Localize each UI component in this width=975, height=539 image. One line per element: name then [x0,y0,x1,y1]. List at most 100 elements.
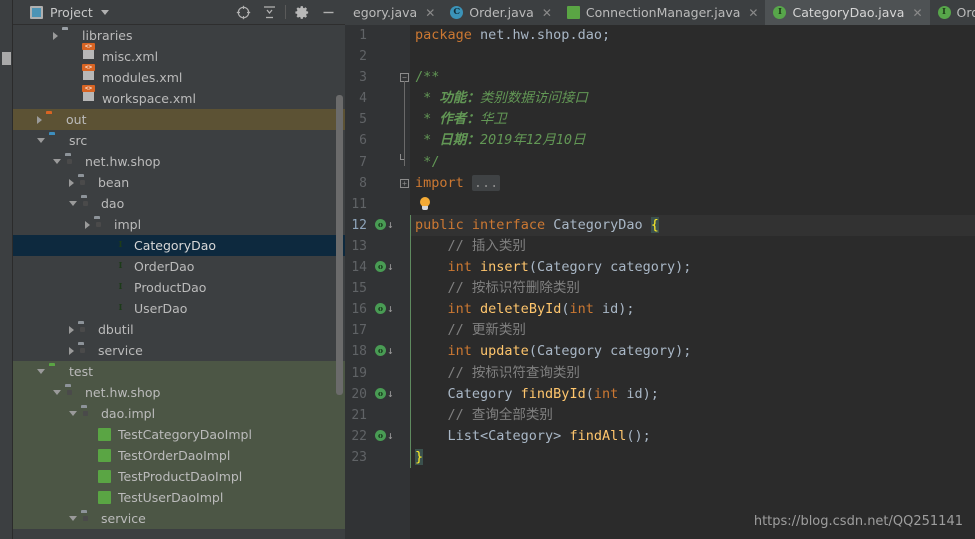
code-line[interactable]: * 功能：类别数据访问接口 [410,88,975,109]
tree-node-userdao[interactable]: I UserDao [13,298,345,319]
gear-icon[interactable] [289,0,315,25]
editor-tab-order-java[interactable]: C Order.java ✕ [442,0,559,25]
code-line[interactable]: /** [410,67,975,88]
tree-node-orderdao[interactable]: I OrderDao [13,256,345,277]
tree-node-net-hw-shop[interactable]: net.hw.shop [13,382,345,403]
close-icon[interactable]: ✕ [748,6,758,20]
tree-node-impl[interactable]: impl [13,214,345,235]
close-icon[interactable]: ✕ [425,6,435,20]
tree-node-dao-impl[interactable]: dao.impl [13,403,345,424]
tree-node-src[interactable]: src [13,130,345,151]
tree-node-workspace-xml[interactable]: <> workspace.xml [13,85,345,109]
tree-node-bean[interactable]: bean [13,172,345,193]
chevron-right-icon[interactable] [37,115,42,124]
code-line[interactable]: import ... [410,173,975,194]
implemented-by-icon[interactable]: o ↓ [375,218,397,232]
chevron-right-icon[interactable] [85,220,90,229]
implemented-by-icon[interactable]: o ↓ [375,261,397,274]
code-line[interactable]: package net.hw.shop.dao; [410,25,975,46]
implemented-by-icon[interactable]: o ↓ [375,303,397,316]
code-line[interactable]: List<Category> findAll(); [410,426,975,447]
chevron-down-icon[interactable] [37,369,45,374]
code-line[interactable]: int update(Category category); [410,341,975,362]
chevron-down-icon[interactable] [53,390,61,395]
editor-tab-orderdao-[interactable]: I OrderDao. [930,0,975,25]
tree-node-categorydao[interactable]: I CategoryDao [13,235,345,256]
code-line[interactable]: Category findById(int id); [410,384,975,405]
tree-node-net-hw-shop[interactable]: net.hw.shop [13,151,345,172]
implemented-by-icon[interactable]: o ↓ [375,387,397,401]
code-line[interactable]: int deleteById(int id); [410,299,975,320]
tree-node-modules-xml[interactable]: <> modules.xml [13,64,345,88]
collapse-all-icon[interactable] [256,0,282,25]
chevron-right-icon[interactable] [69,325,74,334]
tree-node-label: OrderDao [134,259,195,274]
code-line[interactable]: int insert(Category category); [410,257,975,278]
tree-node-dao[interactable]: dao [13,193,345,214]
minimize-icon[interactable] [315,0,341,25]
lightbulb-icon[interactable] [418,196,432,212]
chevron-right-icon[interactable] [69,346,74,355]
chevron-down-icon[interactable] [53,159,61,164]
tree-node-dbutil[interactable]: dbutil [13,319,345,340]
crosshair-locate-icon[interactable] [230,0,256,25]
chevron-down-icon[interactable] [69,516,77,521]
editor-code[interactable]: package net.hw.shop.dao; /** * 功能：类别数据访问接… [410,25,975,539]
tree-node-testorderdaoimpl[interactable]: C TestOrderDaoImpl [13,445,345,466]
chevron-down-icon[interactable] [69,411,77,416]
chevron-down-icon[interactable] [100,9,109,15]
editor-tab-egory-java[interactable]: egory.java ✕ [345,0,442,25]
gutter-line: 11 [345,194,410,215]
tree-node-service[interactable]: service [13,508,345,529]
tree-node-misc-xml[interactable]: <> misc.xml [13,43,345,67]
close-icon[interactable]: ✕ [912,6,922,20]
tree-node-productdao[interactable]: I ProductDao [13,277,345,298]
tree-node-libraries[interactable]: libraries [13,25,345,46]
code-line[interactable]: // 按标识符查询类别 [410,363,975,384]
tree-node-testcategorydaoimpl[interactable]: C TestCategoryDaoImpl [13,424,345,445]
tree-node-testproductdaoimpl[interactable]: C TestProductDaoImpl [13,466,345,487]
gutter-line: 1 [345,25,410,46]
package-icon [78,322,93,337]
editor-tab-label: CategoryDao.java [792,5,905,20]
code-line[interactable]: public interface CategoryDao { [410,214,975,236]
project-tree-scrollbar[interactable] [336,95,343,395]
code-line[interactable]: // 按标识符删除类别 [410,278,975,299]
code-line[interactable]: // 查询全部类别 [410,405,975,426]
tree-node-out[interactable]: out [13,109,345,130]
code-line[interactable] [410,194,975,215]
code-line[interactable]: * 日期：2019年12月10日 [410,130,975,151]
tree-node-label: modules.xml [102,70,183,85]
editor-tab-label: egory.java [353,5,418,20]
project-tree[interactable]: libraries <> misc.xml <> modules.xml <> worksp… [13,25,345,539]
code-line[interactable]: // 插入类别 [410,236,975,257]
code-line[interactable] [410,46,975,67]
editor-tab-categorydao-java[interactable]: I CategoryDao.java ✕ [765,0,930,25]
code-line[interactable]: * 作者：华卫 [410,109,975,130]
chevron-right-icon[interactable] [69,178,74,187]
interface-icon: I [773,5,787,21]
tree-node-testuserdaoimpl[interactable]: C TestUserDaoImpl [13,487,345,508]
close-icon[interactable]: ✕ [542,6,552,20]
tree-node-test[interactable]: test [13,361,345,382]
tree-node-service[interactable]: service [13,340,345,361]
implemented-by-icon[interactable]: o ↓ [375,429,397,443]
chevron-down-icon[interactable] [37,138,45,143]
tree-node-label: dao.impl [101,406,156,421]
chevron-down-icon[interactable] [69,201,77,206]
interface-icon: I [118,303,123,313]
editor-tab-bar[interactable]: egory.java ✕ C Order.java ✕ C ConnectionManage… [345,0,975,25]
chevron-right-icon[interactable] [53,31,58,40]
editor-gutter[interactable]: 1 2 3−4 5 6 7 8 +11 12 o ↓ 13 14 o ↓ 15 16 o ↓ 17 18 o ↓ 19 20 o ↓… [345,25,410,539]
editor-tab-connectionmanager-java[interactable]: C ConnectionManager.java ✕ [559,0,766,25]
fold-expand-icon[interactable]: + [400,178,409,188]
left-tool-strip: 1: Project [0,0,13,539]
xml-file-icon: <> [77,85,97,106]
code-editor[interactable]: 1 2 3−4 5 6 7 8 +11 12 o ↓ 13 14 o ↓ 15 16 o ↓ 17 18 o ↓ 19 20 o ↓… [345,25,975,539]
package-icon [65,154,80,169]
toolwindow-stub-button[interactable] [2,52,11,65]
code-line[interactable]: */ [410,152,975,173]
code-line[interactable]: } [410,447,975,468]
code-line[interactable]: // 更新类别 [410,320,975,341]
implemented-by-icon[interactable]: o ↓ [375,345,397,358]
